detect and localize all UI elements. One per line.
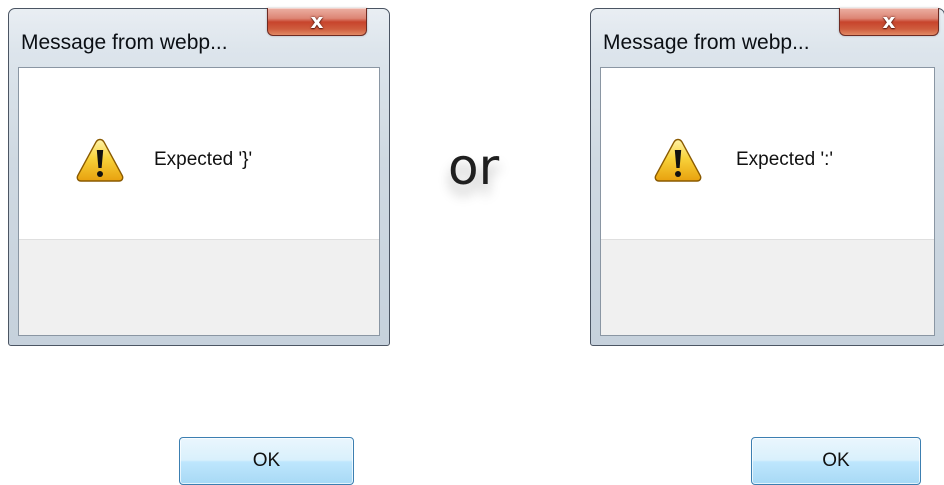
warning-icon <box>76 138 124 182</box>
ok-button[interactable]: OK <box>179 437 354 485</box>
warning-icon <box>654 138 702 182</box>
dialog-footer: OK <box>601 239 934 485</box>
dialog-message: Expected '}' <box>154 149 253 170</box>
dialog-title: Message from webp... <box>603 31 810 54</box>
alert-dialog-left: Message from webp... x Expected '}' OK <box>8 8 390 485</box>
dialog-body: Expected ':' OK <box>600 67 935 485</box>
dialog-footer: OK <box>19 239 379 485</box>
close-icon: x <box>310 9 324 33</box>
ok-button[interactable]: OK <box>751 437 921 485</box>
dialog-content: Expected '}' <box>19 68 379 239</box>
close-button[interactable]: x <box>267 8 367 36</box>
ok-button-label: OK <box>252 450 281 471</box>
dialog-message: Expected ':' <box>736 149 834 170</box>
or-separator: or <box>448 138 500 196</box>
dialog-body: Expected '}' OK <box>18 67 380 485</box>
close-icon: x <box>882 9 896 33</box>
alert-dialog-right: Message from webp... x Expected ':' OK <box>590 8 944 485</box>
close-button[interactable]: x <box>839 8 939 36</box>
ok-button-label: OK <box>822 450 850 471</box>
dialog-title: Message from webp... <box>21 31 228 54</box>
dialog-content: Expected ':' <box>601 68 934 239</box>
